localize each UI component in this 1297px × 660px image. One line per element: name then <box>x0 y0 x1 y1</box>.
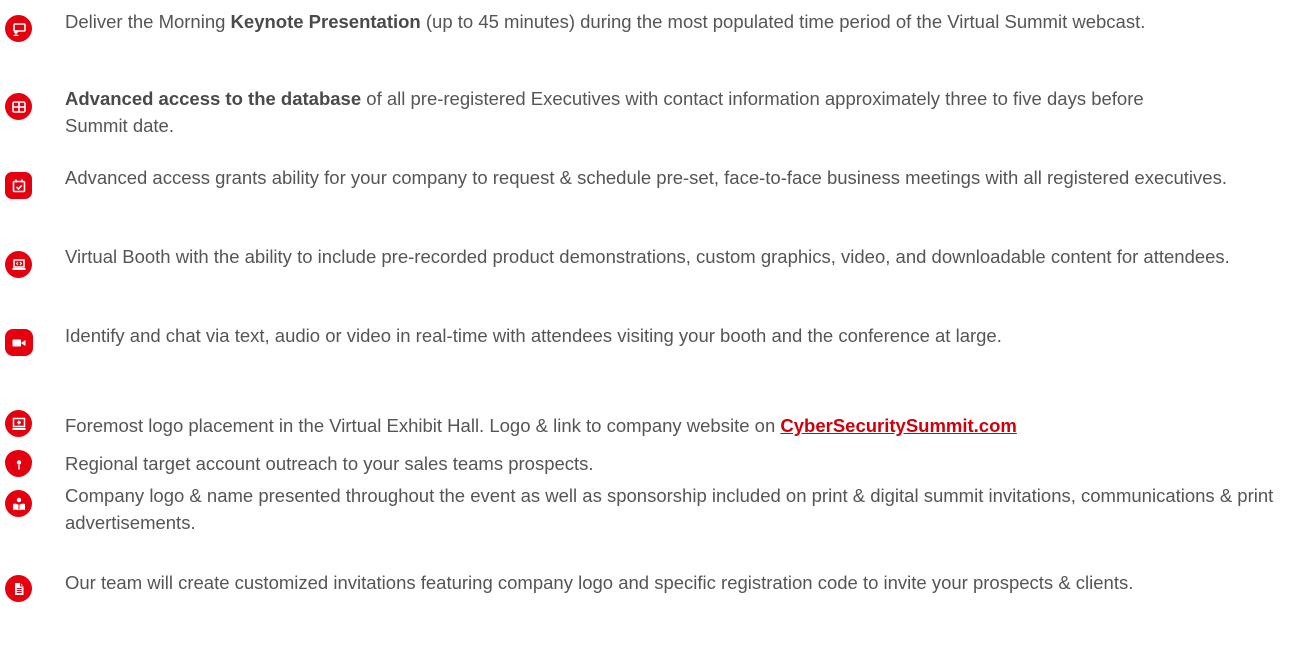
reader-book-icon <box>5 490 32 517</box>
document-icon <box>5 575 32 602</box>
database-table-icon <box>5 93 32 120</box>
video-camera-icon <box>5 329 33 356</box>
list-item-text: Deliver the Morning Keynote Presentation… <box>65 11 1146 32</box>
laptop-code-icon <box>5 251 32 278</box>
calendar-check-icon <box>5 172 32 199</box>
list-item-text: Virtual Booth with the ability to includ… <box>65 246 1230 267</box>
map-pin-icon <box>5 450 32 477</box>
list-item-text: Identify and chat via text, audio or vid… <box>65 325 1002 346</box>
list-item-text: Our team will create customized invitati… <box>65 572 1134 593</box>
database-emphasis: Advanced access to the database <box>65 88 362 109</box>
cybersecurity-summit-link[interactable]: CyberSecuritySummit.com <box>780 415 1016 436</box>
list-item-text: Regional target account outreach to your… <box>65 453 594 474</box>
presentation-icon <box>5 15 32 42</box>
list-item-text: Company logo & name presented throughout… <box>65 485 1274 533</box>
keynote-emphasis: Keynote Presentation <box>230 11 421 32</box>
sponsorship-benefits-list: Deliver the Morning Keynote Presentation… <box>0 0 1297 660</box>
list-item-text: Advanced access to the database of all p… <box>65 88 1144 136</box>
list-item-text: Advanced access grants ability for your … <box>65 167 1227 188</box>
list-item-text: Foremost logo placement in the Virtual E… <box>65 415 1017 436</box>
monitor-plus-icon <box>5 410 32 437</box>
